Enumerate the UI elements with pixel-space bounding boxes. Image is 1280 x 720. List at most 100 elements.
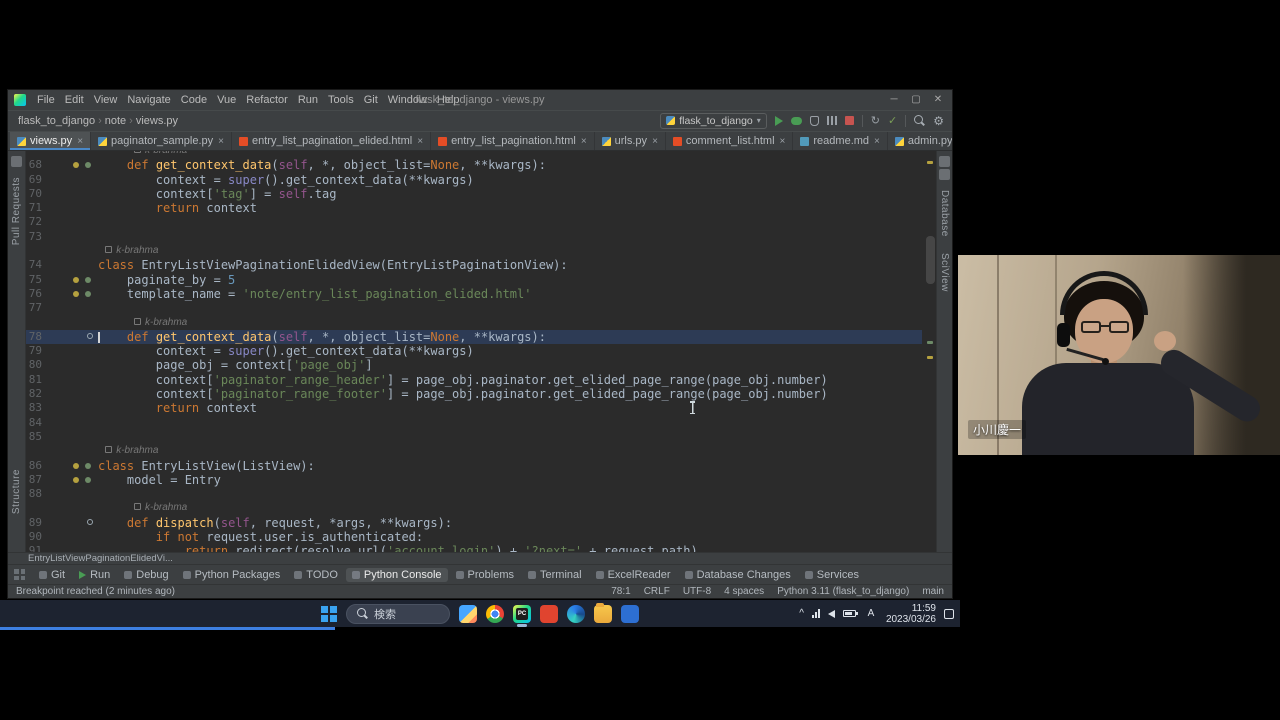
breadcrumb-item-views-py[interactable]: views.py [134,115,180,127]
tool-tab-structure[interactable]: Structure [11,469,22,514]
network-icon[interactable] [812,609,820,618]
code-line[interactable]: 78 def get_context_data(self, *, object_… [26,330,922,344]
debug-button[interactable] [791,117,802,125]
gutter-ring-icon[interactable] [87,333,93,339]
run-button[interactable] [775,116,783,126]
toolwindow-todo[interactable]: TODO [288,568,344,582]
code-text[interactable] [98,416,922,430]
taskbar-search[interactable]: 検索 [346,604,450,624]
menu-run[interactable]: Run [293,94,323,106]
status-main[interactable]: main [922,586,944,597]
battery-icon[interactable] [843,610,856,617]
code-text[interactable]: k-brahma [98,444,922,458]
code-text[interactable]: context['tag'] = self.tag [98,187,922,201]
breadcrumb-item-note[interactable]: note [103,115,128,127]
status-4-spaces[interactable]: 4 spaces [724,586,764,597]
code-line[interactable]: 73 [26,230,922,244]
settings-gear-icon[interactable] [933,114,944,128]
ime-indicator[interactable]: A [864,608,878,619]
code-line[interactable]: 85 [26,430,922,444]
code-text[interactable]: def get_context_data(self, *, object_lis… [98,158,922,172]
menu-git[interactable]: Git [359,94,383,106]
status-78-1[interactable]: 78:1 [611,586,630,597]
code-line[interactable]: 79 context = super().get_context_data(**… [26,344,922,358]
code-text[interactable]: paginate_by = 5 [98,273,922,287]
maximize-button[interactable]: ▢ [906,90,926,110]
volume-icon[interactable] [828,610,835,618]
code-text[interactable]: page_obj = context['page_obj'] [98,358,922,372]
close-button[interactable]: ✕ [928,90,948,110]
toolwindow-python-console[interactable]: Python Console [346,568,448,582]
code-line[interactable]: 74class EntryListViewPaginationElidedVie… [26,258,922,272]
close-icon[interactable]: × [780,136,786,147]
toolwindow-excelreader[interactable]: ExcelReader [590,568,677,582]
stop-button[interactable] [845,116,854,125]
code-text[interactable] [98,230,922,244]
file-explorer-icon[interactable] [594,605,612,623]
code-line[interactable]: 83 return context [26,401,922,415]
code-annotation-line[interactable]: k-brahma [26,316,922,330]
code-text[interactable]: return context [98,201,922,215]
menu-tools[interactable]: Tools [323,94,359,106]
tool-tab-pull-requests[interactable]: Pull Requests [11,177,22,245]
structure-breadcrumb[interactable]: EntryListViewPaginationElidedVi... [8,552,952,564]
code-line[interactable]: 86class EntryListView(ListView): [26,459,922,473]
toolwindow-git[interactable]: Git [33,568,71,582]
code-text[interactable]: context = super().get_context_data(**kwa… [98,344,922,358]
code-line[interactable]: 91 return redirect(resolve_url('account_… [26,544,922,552]
notification-icon[interactable] [944,609,954,619]
toolwindow-terminal[interactable]: Terminal [522,568,588,582]
status-utf-8[interactable]: UTF-8 [683,586,711,597]
code-text[interactable]: k-brahma [98,151,922,158]
git-commit-button[interactable] [888,114,897,127]
tool-tab-database[interactable]: Database [939,190,950,237]
tab-admin-py[interactable]: admin.py× [888,132,952,150]
code-line[interactable]: 90 if not request.user.is_authenticated: [26,530,922,544]
right-stripe-icon[interactable] [939,169,950,180]
code-text[interactable]: if not request.user.is_authenticated: [98,530,922,544]
error-stripe-mark[interactable] [927,356,933,359]
hidden-icons-chevron[interactable] [799,608,804,619]
code-text[interactable]: def get_context_data(self, *, object_lis… [98,330,922,344]
minimize-button[interactable]: ─ [884,90,904,110]
code-editor[interactable]: k-brahma68 def get_context_data(self, *,… [26,151,936,552]
toolwindow-services[interactable]: Services [799,568,865,582]
close-icon[interactable]: × [581,136,587,147]
close-icon[interactable]: × [874,136,880,147]
code-line[interactable]: 80 page_obj = context['page_obj'] [26,358,922,372]
menu-navigate[interactable]: Navigate [122,94,175,106]
close-icon[interactable]: × [218,136,224,147]
editor-scrollbar[interactable] [926,236,935,284]
toolwindow-database-changes[interactable]: Database Changes [679,568,797,582]
right-stripe-icon[interactable] [939,156,950,167]
error-stripe-mark[interactable] [927,341,933,344]
code-text[interactable]: context = super().get_context_data(**kwa… [98,173,922,187]
status-python-3-11-flask-to-django[interactable]: Python 3.11 (flask_to_django) [777,586,909,597]
code-line[interactable]: 68 def get_context_data(self, *, object_… [26,158,922,172]
edge-app-icon[interactable] [567,605,585,623]
menu-vue[interactable]: Vue [212,94,241,106]
status-crlf[interactable]: CRLF [644,586,670,597]
close-icon[interactable]: × [77,136,83,147]
error-stripe-mark[interactable] [927,161,933,164]
toolwindow-debug[interactable]: Debug [118,568,174,582]
menu-window[interactable]: Window [383,94,432,106]
gutter-marker-icon[interactable] [85,277,91,283]
toolwindow-python-packages[interactable]: Python Packages [177,568,287,582]
run-config-select[interactable]: flask_to_django ▾ [660,113,767,129]
code-line[interactable]: 77 [26,301,922,315]
code-line[interactable]: 75 paginate_by = 5 [26,273,922,287]
chrome-app-icon[interactable] [486,605,504,623]
code-text[interactable]: k-brahma [98,244,922,258]
code-line[interactable]: 76 template_name = 'note/entry_list_pagi… [26,287,922,301]
tool-tab-sciview[interactable]: SciView [939,253,950,292]
gutter-marker-icon[interactable] [85,162,91,168]
blue-app-icon[interactable] [621,605,639,623]
code-line[interactable]: 72 [26,215,922,229]
tab-entry-list-pagination-elided-html[interactable]: entry_list_pagination_elided.html× [232,132,431,150]
project-tool-icon[interactable] [11,156,22,167]
code-text[interactable]: class EntryListView(ListView): [98,459,922,473]
code-text[interactable]: k-brahma [98,501,922,515]
code-text[interactable]: model = Entry [98,473,922,487]
tab-readme-md[interactable]: readme.md× [793,132,887,150]
